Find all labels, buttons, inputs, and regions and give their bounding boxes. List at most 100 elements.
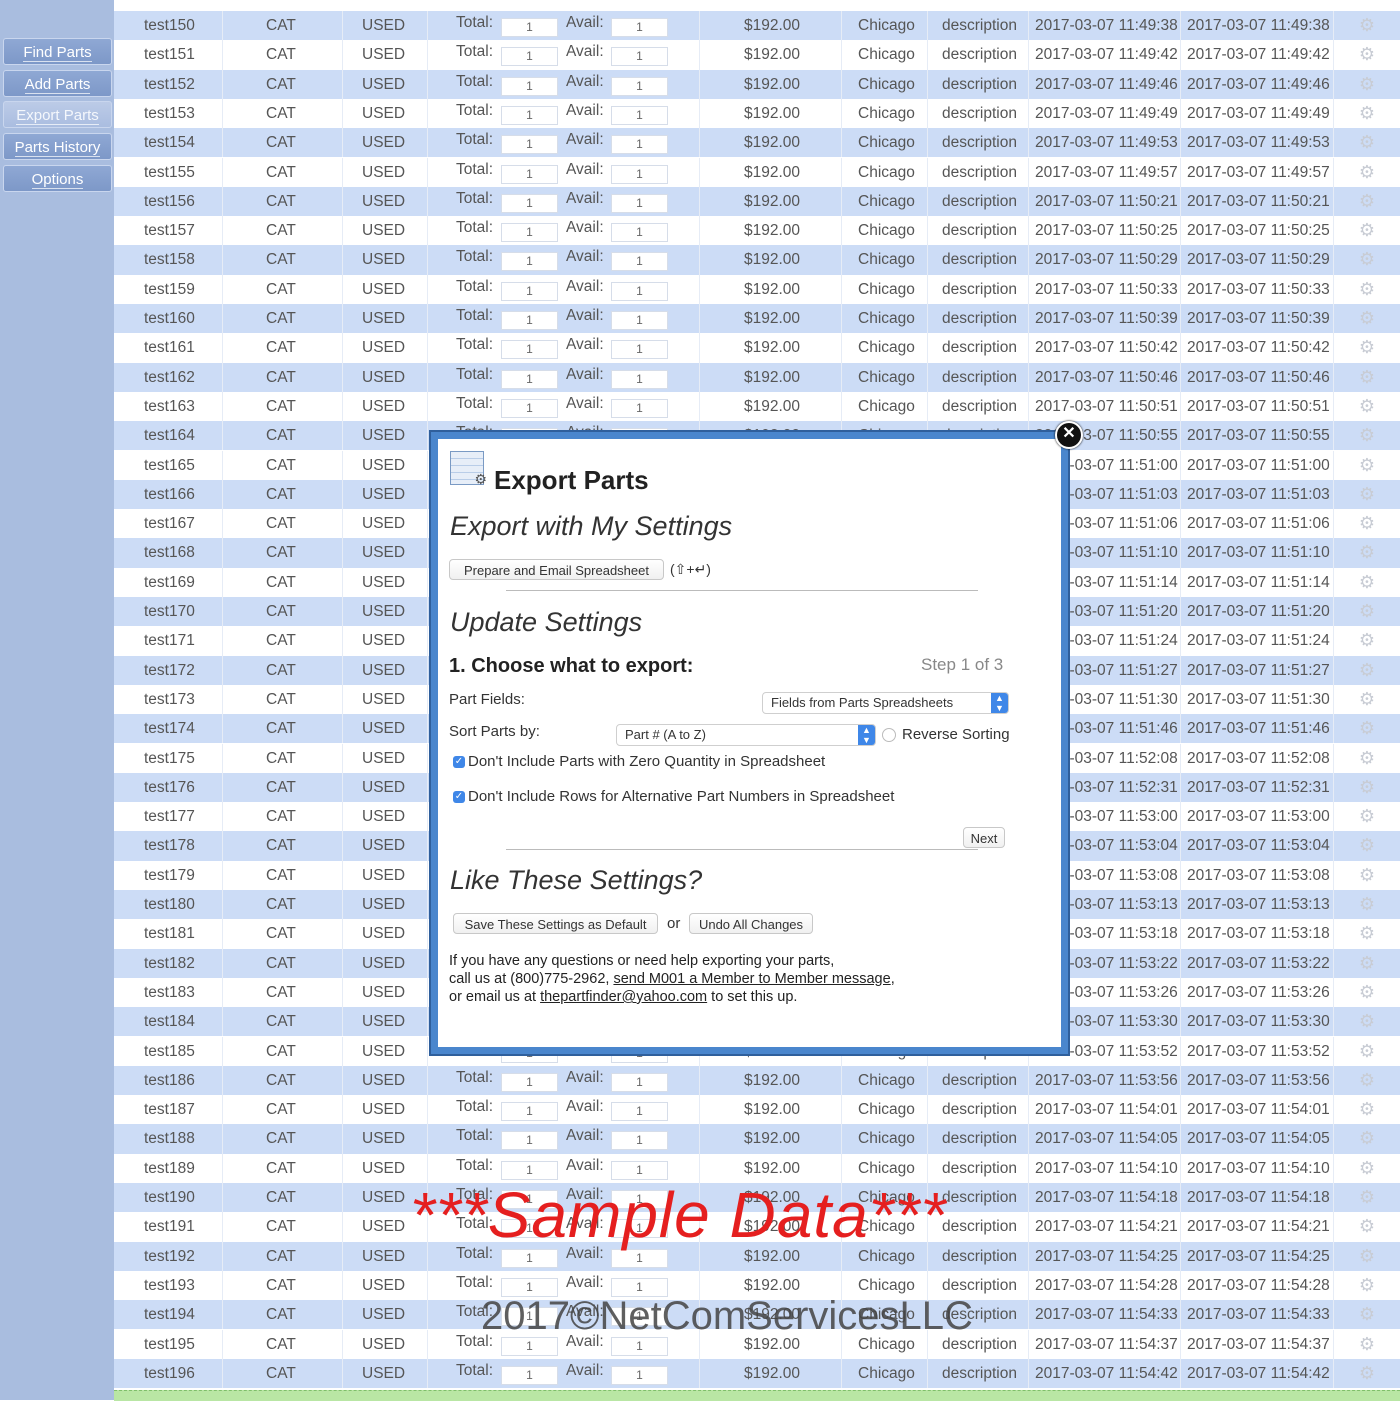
gear-icon[interactable]: ⚙	[1357, 626, 1377, 655]
zero-quantity-checkbox[interactable]: ✓	[453, 756, 465, 768]
total-quantity-input[interactable]: 1	[501, 398, 558, 418]
sort-select[interactable]: Part # (A to Z) ▲ ▼	[616, 724, 876, 746]
nav-find-parts[interactable]: Find Parts	[3, 38, 112, 65]
gear-icon[interactable]: ⚙	[1357, 509, 1377, 538]
avail-quantity-input[interactable]: 1	[611, 193, 668, 213]
avail-quantity-input[interactable]: 1	[611, 105, 668, 125]
gear-icon[interactable]: ⚙	[1357, 744, 1377, 773]
total-quantity-input[interactable]: 1	[501, 223, 558, 243]
avail-quantity-input[interactable]: 1	[611, 76, 668, 96]
gear-icon[interactable]: ⚙	[1357, 1095, 1377, 1124]
total-quantity-input[interactable]: 1	[501, 18, 558, 37]
avail-quantity-input[interactable]: 1	[611, 1131, 668, 1151]
avail-quantity-input[interactable]: 1	[611, 135, 668, 155]
table-row[interactable]: test152 CAT USED $192.00 Chicago description 2…	[114, 69, 1400, 99]
total-quantity-input[interactable]: 1	[501, 252, 558, 272]
total-quantity-input[interactable]: 1	[501, 281, 558, 301]
avail-quantity-input[interactable]: 1	[611, 252, 668, 272]
gear-icon[interactable]: ⚙	[1357, 1066, 1377, 1095]
total-quantity-input[interactable]: 1	[501, 1336, 558, 1356]
gear-icon[interactable]: ⚙	[1357, 70, 1377, 99]
alt-part-numbers-checkbox[interactable]: ✓	[453, 791, 465, 803]
total-quantity-input[interactable]: 1	[501, 1365, 558, 1385]
gear-icon[interactable]: ⚙	[1357, 158, 1377, 187]
gear-icon[interactable]: ⚙	[1357, 216, 1377, 245]
gear-icon[interactable]: ⚙	[1357, 1212, 1377, 1241]
part-fields-select[interactable]: Fields from Parts Spreadsheets ▲ ▼	[762, 692, 1009, 714]
table-row[interactable]: test186 CAT USED $192.00 Chicago description 2…	[114, 1065, 1400, 1096]
gear-icon[interactable]: ⚙	[1357, 187, 1377, 216]
total-quantity-input[interactable]: 1	[501, 369, 558, 389]
avail-quantity-input[interactable]: 1	[611, 340, 668, 360]
total-quantity-input[interactable]: 1	[501, 105, 558, 125]
gear-icon[interactable]: ⚙	[1357, 11, 1377, 40]
gear-icon[interactable]: ⚙	[1357, 1154, 1377, 1183]
gear-icon[interactable]: ⚙	[1357, 40, 1377, 69]
avail-quantity-input[interactable]: 1	[611, 1365, 668, 1385]
table-row[interactable]: test196 CAT USED $192.00 Chicago description 2…	[114, 1358, 1400, 1389]
gear-icon[interactable]: ⚙	[1357, 978, 1377, 1007]
gear-icon[interactable]: ⚙	[1357, 802, 1377, 831]
gear-icon[interactable]: ⚙	[1357, 538, 1377, 567]
avail-quantity-input[interactable]: 1	[611, 18, 668, 37]
avail-quantity-input[interactable]: 1	[611, 223, 668, 243]
table-row[interactable]: test154 CAT USED $192.00 Chicago description 2…	[114, 128, 1400, 158]
total-quantity-input[interactable]: 1	[501, 135, 558, 155]
table-row[interactable]: test150 CAT USED $192.00 Chicago description 2…	[114, 11, 1400, 41]
total-quantity-input[interactable]: 1	[501, 76, 558, 96]
gear-icon[interactable]: ⚙	[1357, 773, 1377, 802]
avail-quantity-input[interactable]: 1	[611, 398, 668, 418]
gear-icon[interactable]: ⚙	[1357, 275, 1377, 304]
gear-icon[interactable]: ⚙	[1357, 890, 1377, 919]
gear-icon[interactable]: ⚙	[1357, 1271, 1377, 1300]
table-row[interactable]: test151 CAT USED $192.00 Chicago description 2…	[114, 40, 1400, 70]
avail-quantity-input[interactable]: 1	[611, 369, 668, 389]
table-row[interactable]: test160 CAT USED $192.00 Chicago description 2…	[114, 304, 1400, 334]
nav-export-parts[interactable]: Export Parts	[3, 101, 112, 128]
avail-quantity-input[interactable]: 1	[611, 311, 668, 330]
avail-quantity-input[interactable]: 1	[611, 47, 668, 67]
table-row[interactable]: test162 CAT USED $192.00 Chicago description 2…	[114, 362, 1400, 392]
close-icon[interactable]: ✕	[1055, 421, 1083, 449]
total-quantity-input[interactable]: 1	[501, 193, 558, 213]
next-button[interactable]: Next	[963, 827, 1005, 848]
alt-part-numbers-label[interactable]: Don't Include Rows for Alternative Part …	[468, 788, 894, 805]
avail-quantity-input[interactable]: 1	[611, 1336, 668, 1356]
table-row[interactable]: test163 CAT USED $192.00 Chicago description 2…	[114, 391, 1400, 422]
gear-icon[interactable]: ⚙	[1357, 451, 1377, 480]
gear-icon[interactable]: ⚙	[1357, 1037, 1377, 1066]
gear-icon[interactable]: ⚙	[1357, 714, 1377, 743]
gear-icon[interactable]: ⚙	[1357, 128, 1377, 157]
gear-icon[interactable]: ⚙	[1357, 1300, 1377, 1329]
total-quantity-input[interactable]: 1	[501, 340, 558, 360]
zero-quantity-label[interactable]: Don't Include Parts with Zero Quantity i…	[468, 753, 825, 770]
reverse-sorting-checkbox[interactable]	[882, 728, 896, 742]
prepare-email-button[interactable]: Prepare and Email Spreadsheet	[449, 559, 664, 580]
table-row[interactable]: test155 CAT USED $192.00 Chicago description 2…	[114, 157, 1400, 187]
gear-icon[interactable]: ⚙	[1357, 1330, 1377, 1359]
table-row[interactable]: test187 CAT USED $192.00 Chicago description 2…	[114, 1095, 1400, 1125]
gear-icon[interactable]: ⚙	[1357, 1183, 1377, 1212]
total-quantity-input[interactable]: 1	[501, 47, 558, 67]
gear-icon[interactable]: ⚙	[1357, 363, 1377, 392]
table-row[interactable]: test159 CAT USED $192.00 Chicago description 2…	[114, 274, 1400, 304]
table-row[interactable]: test188 CAT USED $192.00 Chicago description 2…	[114, 1124, 1400, 1154]
table-row[interactable]: test153 CAT USED $192.00 Chicago description 2…	[114, 98, 1400, 129]
gear-icon[interactable]: ⚙	[1357, 304, 1377, 333]
total-quantity-input[interactable]: 1	[501, 1072, 558, 1092]
gear-icon[interactable]: ⚙	[1357, 861, 1377, 890]
gear-icon[interactable]: ⚙	[1357, 685, 1377, 714]
nav-parts-history[interactable]: Parts History	[3, 133, 112, 160]
gear-icon[interactable]: ⚙	[1357, 568, 1377, 597]
gear-icon[interactable]: ⚙	[1357, 597, 1377, 626]
gear-icon[interactable]: ⚙	[1357, 656, 1377, 685]
email-link[interactable]: thepartfinder@yahoo.com	[540, 989, 707, 1005]
gear-icon[interactable]: ⚙	[1357, 333, 1377, 362]
gear-icon[interactable]: ⚙	[1357, 1242, 1377, 1271]
gear-icon[interactable]: ⚙	[1357, 831, 1377, 860]
total-quantity-input[interactable]: 1	[501, 1160, 558, 1180]
gear-icon[interactable]: ⚙	[1357, 1359, 1377, 1388]
avail-quantity-input[interactable]: 1	[611, 164, 668, 184]
member-message-link[interactable]: send M001 a Member to Member message	[613, 971, 890, 987]
table-row[interactable]: test157 CAT USED $192.00 Chicago description 2…	[114, 216, 1400, 246]
